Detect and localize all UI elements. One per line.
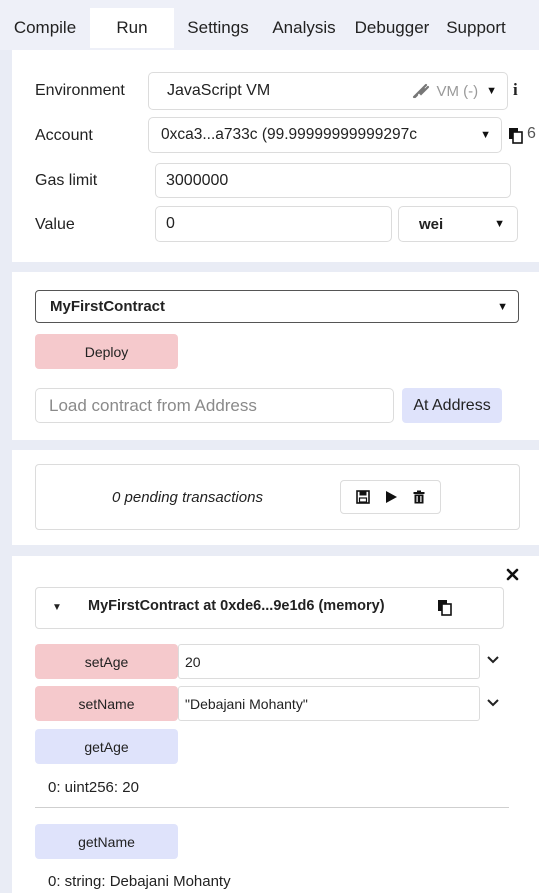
- at-address-button[interactable]: At Address: [402, 388, 502, 423]
- load-address-placeholder: Load contract from Address: [49, 395, 257, 415]
- contract-select-value: MyFirstContract: [50, 298, 166, 315]
- play-icon[interactable]: [384, 490, 398, 504]
- getname-button[interactable]: getName: [35, 824, 178, 859]
- close-icon[interactable]: [506, 568, 519, 581]
- tab-settings[interactable]: Settings: [178, 8, 258, 48]
- copy-icon[interactable]: [437, 599, 453, 616]
- setage-input-value: 20: [185, 653, 201, 670]
- trash-icon[interactable]: [413, 490, 425, 504]
- setname-input-value: "Debajani Mohanty": [185, 695, 308, 712]
- environment-select[interactable]: JavaScript VM VM (-) ▼: [148, 72, 508, 110]
- account-overflow-glyph: 6: [527, 125, 536, 142]
- save-icon[interactable]: [356, 490, 370, 504]
- tab-compile[interactable]: Compile: [0, 8, 90, 48]
- value-input[interactable]: 0: [155, 206, 392, 242]
- getname-output: 0: string: Debajani Mohanty: [48, 873, 231, 890]
- environment-label: Environment: [35, 82, 125, 99]
- gas-limit-input[interactable]: 3000000: [155, 163, 511, 198]
- account-value: 0xca3...a733c (99.99999999999297с: [161, 126, 417, 143]
- setage-input[interactable]: 20: [178, 644, 480, 679]
- getage-button[interactable]: getAge: [35, 729, 178, 764]
- pending-actions: [340, 480, 441, 514]
- tab-analysis[interactable]: Analysis: [262, 8, 346, 48]
- divider: [35, 807, 509, 808]
- tab-debugger[interactable]: Debugger: [346, 8, 438, 48]
- gas-limit-label: Gas limit: [35, 172, 98, 189]
- getage-output: 0: uint256: 20: [48, 779, 139, 796]
- unit-select[interactable]: wei ▼: [398, 206, 518, 242]
- value-label: Value: [35, 216, 75, 233]
- pending-box: [35, 464, 520, 530]
- tab-run[interactable]: Run: [90, 8, 174, 48]
- deploy-button[interactable]: Deploy: [35, 334, 178, 369]
- tab-bar: Compile Run Settings Analysis Debugger S…: [0, 0, 539, 50]
- chevron-down-icon: ▼: [480, 129, 491, 141]
- chevron-down-icon[interactable]: [486, 698, 500, 708]
- load-address-input[interactable]: Load contract from Address: [35, 388, 394, 423]
- chevron-down-icon: ▼: [494, 218, 505, 230]
- instance-title: MyFirstContract at 0xde6...9e1d6 (memory…: [88, 598, 385, 614]
- tab-support[interactable]: Support: [438, 8, 514, 48]
- setname-button[interactable]: setName: [35, 686, 178, 721]
- account-label: Account: [35, 127, 93, 144]
- account-select[interactable]: 0xca3...a733c (99.99999999999297с ▼: [148, 117, 502, 153]
- gas-limit-value: 3000000: [166, 171, 229, 189]
- pending-transactions-text: 0 pending transactions: [112, 489, 263, 506]
- info-icon[interactable]: i: [513, 80, 518, 100]
- unit-value: wei: [419, 215, 444, 233]
- caret-down-icon[interactable]: ▼: [52, 602, 62, 613]
- plug-icon: [412, 83, 430, 99]
- copy-icon[interactable]: [508, 127, 524, 144]
- chevron-down-icon: ▼: [497, 300, 508, 313]
- setname-input[interactable]: "Debajani Mohanty": [178, 686, 480, 721]
- vm-badge: VM (-): [436, 82, 479, 100]
- chevron-down-icon: ▼: [486, 85, 497, 97]
- contract-select[interactable]: MyFirstContract ▼: [35, 290, 519, 323]
- setage-button[interactable]: setAge: [35, 644, 178, 679]
- value-amount: 0: [166, 215, 175, 232]
- chevron-down-icon[interactable]: [486, 655, 500, 665]
- environment-value: JavaScript VM: [167, 82, 271, 99]
